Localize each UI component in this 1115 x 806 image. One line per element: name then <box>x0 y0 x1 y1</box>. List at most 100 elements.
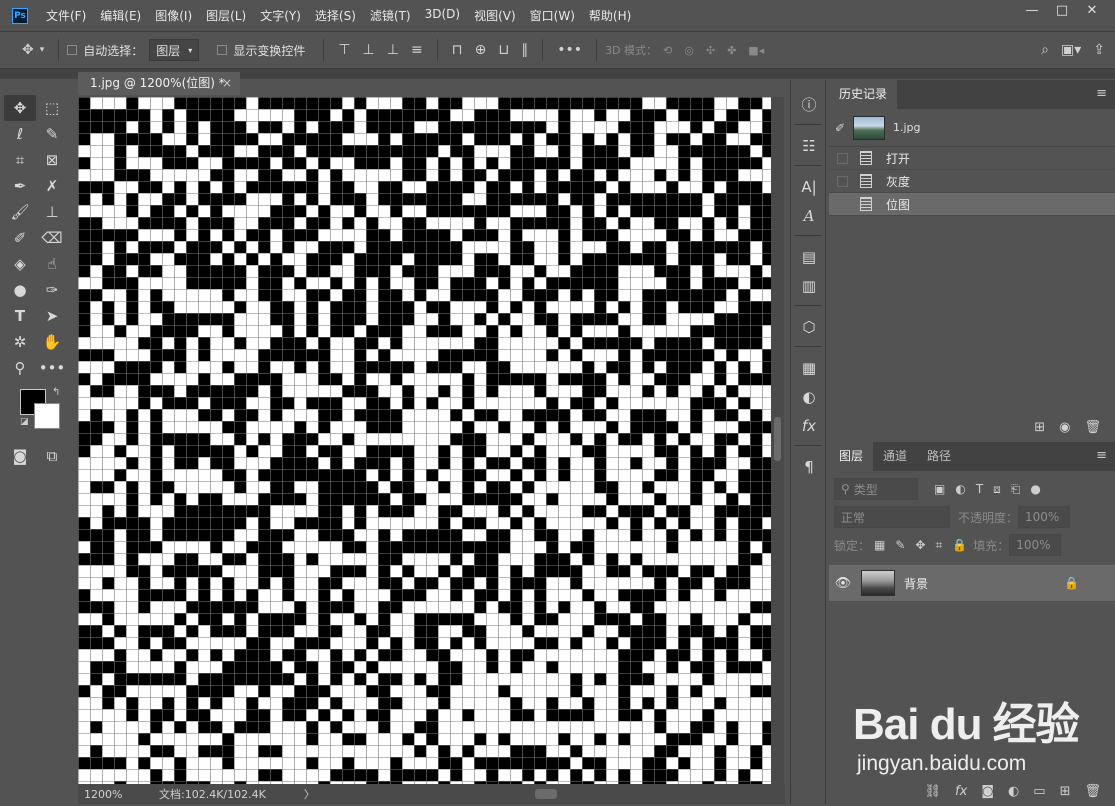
paragraph-icon[interactable]: ¶ <box>791 452 827 481</box>
opacity-field[interactable]: 100% <box>1018 506 1071 528</box>
custom-shape-tool-icon[interactable]: ✲ <box>4 329 36 355</box>
paint-bucket-tool-icon[interactable]: ◈ <box>4 251 36 277</box>
menu-file[interactable]: 文件(F) <box>46 7 86 24</box>
move-tool-icon[interactable]: ✥ <box>4 95 36 121</box>
menu-type[interactable]: 文字(Y) <box>260 7 301 24</box>
adjustment-layer-icon[interactable]: ◐ <box>1008 784 1019 799</box>
filter-toggle-icon[interactable]: ● <box>1030 482 1040 496</box>
camera-icon[interactable]: ◉ <box>1059 420 1070 435</box>
history-source-checkbox[interactable] <box>837 152 848 164</box>
history-source-checkbox[interactable] <box>837 175 848 187</box>
panel-menu-icon[interactable]: ≡ <box>1096 448 1107 463</box>
filter-type-icon[interactable]: T <box>976 482 983 496</box>
close-button[interactable]: ✕ <box>1077 0 1107 22</box>
new-document-from-state-icon[interactable]: ⊞ <box>1034 420 1045 435</box>
history-snapshot[interactable]: ✐ 1.jpg <box>829 109 1115 147</box>
more-options-icon[interactable]: ••• <box>557 42 582 58</box>
menu-help[interactable]: 帮助(H) <box>589 7 631 24</box>
fill-field[interactable]: 100% <box>1009 534 1062 556</box>
lock-all-icon[interactable]: 🔒 <box>952 538 967 552</box>
glyphs-icon[interactable]: A <box>791 201 827 230</box>
link-layers-icon[interactable]: ⛓ <box>925 784 942 799</box>
distribute-center-icon[interactable]: ⊕ <box>475 42 487 58</box>
menu-window[interactable]: 窗口(W) <box>530 7 575 24</box>
vertical-scrollbar[interactable] <box>771 97 784 784</box>
smudge-tool-icon[interactable]: ☝ <box>36 251 68 277</box>
horizontal-scrollbar-thumb[interactable] <box>534 789 557 799</box>
frame-tool-icon[interactable]: ⊠ <box>36 147 68 173</box>
marquee-tool-icon[interactable]: ⬚ <box>36 95 68 121</box>
tab-layers[interactable]: 图层 <box>829 442 874 471</box>
character-icon[interactable]: A| <box>791 172 827 201</box>
eye-icon[interactable]: 👁 <box>829 576 857 591</box>
distribute-top-icon[interactable]: ⊓ <box>452 42 463 58</box>
hand-tool-icon[interactable]: ✋ <box>36 329 68 355</box>
auto-select-checkbox[interactable] <box>67 45 78 55</box>
search-icon[interactable]: ⌕ <box>1041 42 1049 58</box>
menu-image[interactable]: 图像(I) <box>155 7 192 24</box>
minimize-button[interactable]: — <box>1017 0 1047 22</box>
fx-icon[interactable]: fx <box>791 411 827 440</box>
menu-3d[interactable]: 3D(D) <box>425 7 460 24</box>
history-brush-source-icon[interactable]: ✐ <box>829 121 851 135</box>
adjustments-icon[interactable]: ▦ <box>791 353 827 382</box>
notes-icon[interactable]: ▥ <box>791 271 827 300</box>
layer-filter-dropdown[interactable]: ⚲ 类型 <box>834 478 918 500</box>
new-group-icon[interactable]: ▭ <box>1033 784 1045 799</box>
align-top-edges-icon[interactable]: ⊤ <box>338 42 350 58</box>
filter-smart-object-icon[interactable]: ⎗ <box>1011 482 1021 497</box>
3d-icon[interactable]: ⬡ <box>791 312 827 341</box>
history-item[interactable]: 打开 <box>829 147 1115 170</box>
new-layer-icon[interactable]: ⊞ <box>1060 784 1071 799</box>
crop-tool-icon[interactable]: ⌗ <box>4 147 36 173</box>
document-canvas[interactable] <box>78 97 771 784</box>
zoom-tool-icon[interactable]: ⚲ <box>4 355 36 381</box>
menu-view[interactable]: 视图(V) <box>474 7 516 24</box>
align-bottom-edges-icon[interactable]: ⊥ <box>387 42 399 58</box>
show-transform-checkbox[interactable] <box>217 45 228 55</box>
default-colors-icon[interactable]: ◪ <box>20 417 29 427</box>
align-horizontal-centers-icon[interactable]: ≡ <box>411 42 423 58</box>
blend-mode-dropdown[interactable]: 正常 <box>834 506 950 528</box>
layer-row[interactable]: 👁 背景 🔒 <box>829 565 1115 601</box>
auto-select-target-dropdown[interactable]: 图层 ▾ <box>149 39 200 61</box>
scrollbar-thumb[interactable] <box>774 417 781 461</box>
align-vertical-centers-icon[interactable]: ⊥ <box>363 42 375 58</box>
history-source-checkbox[interactable] <box>837 198 848 210</box>
brush-tool-icon[interactable]: 🖌 <box>4 199 36 225</box>
filter-shape-icon[interactable]: ⧈ <box>993 482 1001 497</box>
filter-adjustment-icon[interactable]: ◐ <box>955 482 965 496</box>
move-tool-icon[interactable]: ✥ <box>22 42 34 58</box>
tab-channels[interactable]: 通道 <box>873 442 917 471</box>
trash-icon[interactable]: 🗑 <box>1084 420 1101 435</box>
clone-stamp-tool-icon[interactable]: ⊥ <box>36 199 68 225</box>
document-tab[interactable]: 1.jpg @ 1200%(位图) * × <box>78 72 240 95</box>
styles-icon[interactable]: ◐ <box>791 382 827 411</box>
share-icon[interactable]: ⇪ <box>1093 42 1105 58</box>
quick-mask-icon[interactable]: ◙ <box>4 443 36 469</box>
workspace-icon[interactable]: ▣▾ <box>1061 42 1081 58</box>
lock-transparent-icon[interactable]: ▦ <box>874 538 885 552</box>
info-icon[interactable]: ⓘ <box>791 90 827 119</box>
history-item[interactable]: 灰度 <box>829 170 1115 193</box>
zoom-level[interactable]: 1200% <box>84 788 159 801</box>
menu-layer[interactable]: 图层(L) <box>206 7 246 24</box>
history-brush-tool-icon[interactable]: ✐ <box>4 225 36 251</box>
libraries-icon[interactable]: ▤ <box>791 242 827 271</box>
properties-icon[interactable]: ☷ <box>791 131 827 160</box>
chevron-down-icon[interactable]: ▾ <box>40 45 45 55</box>
path-selection-tool-icon[interactable]: ➤ <box>36 303 68 329</box>
more-tools-icon[interactable]: ••• <box>36 355 68 381</box>
menu-filter[interactable]: 滤镜(T) <box>370 7 411 24</box>
lock-position-icon[interactable]: ✥ <box>915 538 925 552</box>
type-tool-icon[interactable]: T <box>4 303 36 329</box>
eyedropper-tool-icon[interactable]: ✒ <box>4 173 36 199</box>
tab-paths[interactable]: 路径 <box>917 442 961 471</box>
pen-tool-icon[interactable]: ✑ <box>36 277 68 303</box>
trash-icon[interactable]: 🗑 <box>1084 784 1101 799</box>
distribute-horizontal-icon[interactable]: ∥ <box>521 42 528 58</box>
quick-selection-tool-icon[interactable]: ✎ <box>36 121 68 147</box>
lock-image-icon[interactable]: ✎ <box>895 538 905 552</box>
close-document-icon[interactable]: × <box>222 72 232 95</box>
lock-artboard-icon[interactable]: ⌗ <box>935 538 942 553</box>
